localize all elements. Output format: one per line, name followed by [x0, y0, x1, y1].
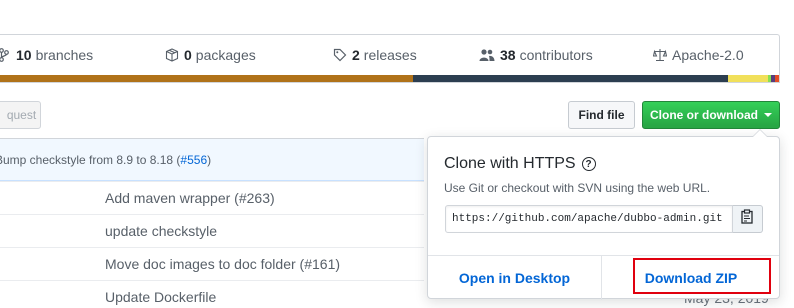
find-file-button[interactable]: Find file [568, 101, 635, 129]
law-icon [653, 48, 667, 62]
commit-pr-link[interactable]: #556 [180, 153, 207, 167]
packages-link[interactable]: 0 packages [165, 47, 256, 63]
commit-message-link[interactable]: update checkstyle [105, 223, 217, 239]
contributors-label: contributors [519, 47, 593, 63]
people-icon [479, 48, 495, 62]
packages-label: packages [195, 47, 256, 63]
clipboard-icon [741, 209, 754, 229]
chevron-down-icon [764, 113, 772, 117]
commit-message-link[interactable]: Move doc images to doc folder (#161) [105, 256, 340, 272]
language-bar-segment[interactable] [728, 75, 768, 82]
language-bar[interactable] [0, 75, 780, 83]
releases-count: 2 [352, 47, 360, 63]
branch-icon [0, 48, 11, 62]
tag-icon [333, 48, 347, 62]
latest-commit-bar: Bump checkstyle from 8.9 to 8.18 (#556) [0, 139, 424, 181]
releases-label: releases [363, 47, 417, 63]
latest-commit-message: Bump checkstyle from 8.9 to 8.18 (#556) [0, 153, 211, 167]
clone-dropdown-title: Clone with HTTPS ? [444, 155, 596, 173]
new-pull-request-button[interactable]: quest [0, 101, 41, 129]
commit-message-link[interactable]: Update Dockerfile [105, 289, 216, 305]
table-row: Move doc images to doc folder (#161) [0, 247, 424, 280]
clone-url-input[interactable] [445, 205, 733, 233]
commit-text[interactable]: Bump checkstyle from 8.9 to 8.18 ( [0, 153, 180, 167]
contributors-link[interactable]: 38 contributors [479, 47, 593, 63]
open-in-desktop-button[interactable]: Open in Desktop [428, 256, 602, 300]
table-row: Add maven wrapper (#263) [0, 181, 424, 214]
commit-suffix: ) [207, 153, 212, 167]
file-table: Bump checkstyle from 8.9 to 8.18 (#556) … [0, 138, 424, 308]
package-icon [165, 48, 179, 62]
branches-count: 10 [16, 47, 32, 63]
language-bar-segment[interactable] [775, 75, 779, 82]
clone-button-label: Clone or download [650, 108, 758, 122]
language-bar-segment[interactable] [0, 75, 413, 82]
repo-stats-bar: 10 branches 0 packages 2 releases 38 con… [0, 34, 780, 75]
language-bar-segment[interactable] [412, 75, 729, 82]
license-label: Apache-2.0 [672, 47, 744, 63]
packages-count: 0 [184, 47, 192, 63]
commit-message-link[interactable]: Add maven wrapper (#263) [105, 190, 275, 206]
clone-title-text: Clone with HTTPS [444, 155, 576, 172]
clone-description: Use Git or checkout with SVN using the w… [444, 181, 711, 195]
table-row: update checkstyle [0, 214, 424, 247]
branches-label: branches [35, 47, 94, 63]
question-icon[interactable]: ? [581, 157, 596, 171]
copy-to-clipboard-button[interactable] [733, 205, 763, 233]
license-link[interactable]: Apache-2.0 [653, 47, 744, 63]
table-row: Update Dockerfile [0, 280, 424, 308]
releases-link[interactable]: 2 releases [333, 47, 417, 63]
clone-url-group [445, 205, 763, 233]
branches-link[interactable]: 10 branches [0, 47, 93, 63]
contributors-count: 38 [500, 47, 516, 63]
download-zip-highlight-box [633, 258, 771, 294]
